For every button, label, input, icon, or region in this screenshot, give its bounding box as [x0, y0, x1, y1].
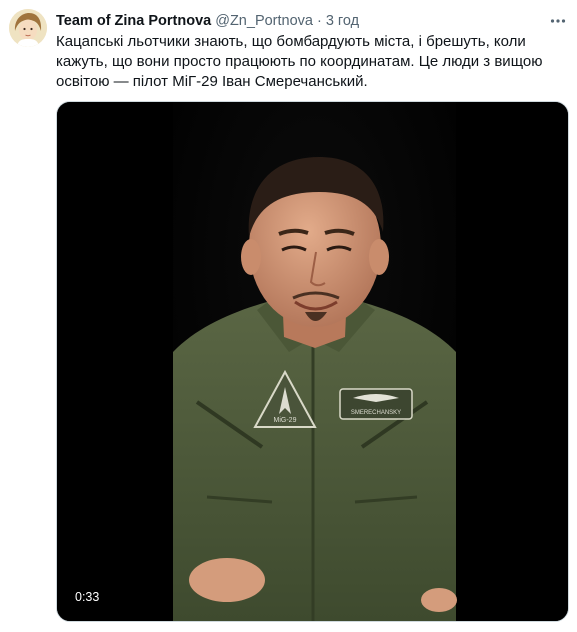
- more-options-button[interactable]: [548, 11, 568, 31]
- header-separator: ·: [316, 13, 322, 29]
- left-patch-label: MiG-29: [274, 417, 297, 424]
- author-name[interactable]: Team of Zina Portnova: [56, 13, 211, 29]
- tweet-timestamp[interactable]: 3 год: [326, 13, 359, 29]
- right-patch-label: SMERECHANSKY: [351, 410, 401, 416]
- more-horizontal-icon: [550, 19, 566, 23]
- avatar-portrait-icon: [9, 9, 47, 47]
- video-still-image: MiG-29 SMERECHANSKY: [57, 102, 568, 621]
- video-frame[interactable]: MiG-29 SMERECHANSKY: [57, 102, 568, 621]
- avatar[interactable]: [9, 9, 47, 47]
- author-handle[interactable]: @Zn_Portnova: [215, 13, 313, 29]
- video-duration-badge: 0:33: [69, 584, 106, 610]
- tweet-header: Team of Zina Portnova @Zn_Portnova · 3 г…: [56, 11, 359, 31]
- tweet-card[interactable]: Team of Zina Portnova @Zn_Portnova · 3 г…: [0, 0, 577, 632]
- video-player[interactable]: MiG-29 SMERECHANSKY 0:33: [56, 101, 569, 622]
- tweet-text: Кацапські льотчики знають, що бомбардуют…: [56, 33, 543, 90]
